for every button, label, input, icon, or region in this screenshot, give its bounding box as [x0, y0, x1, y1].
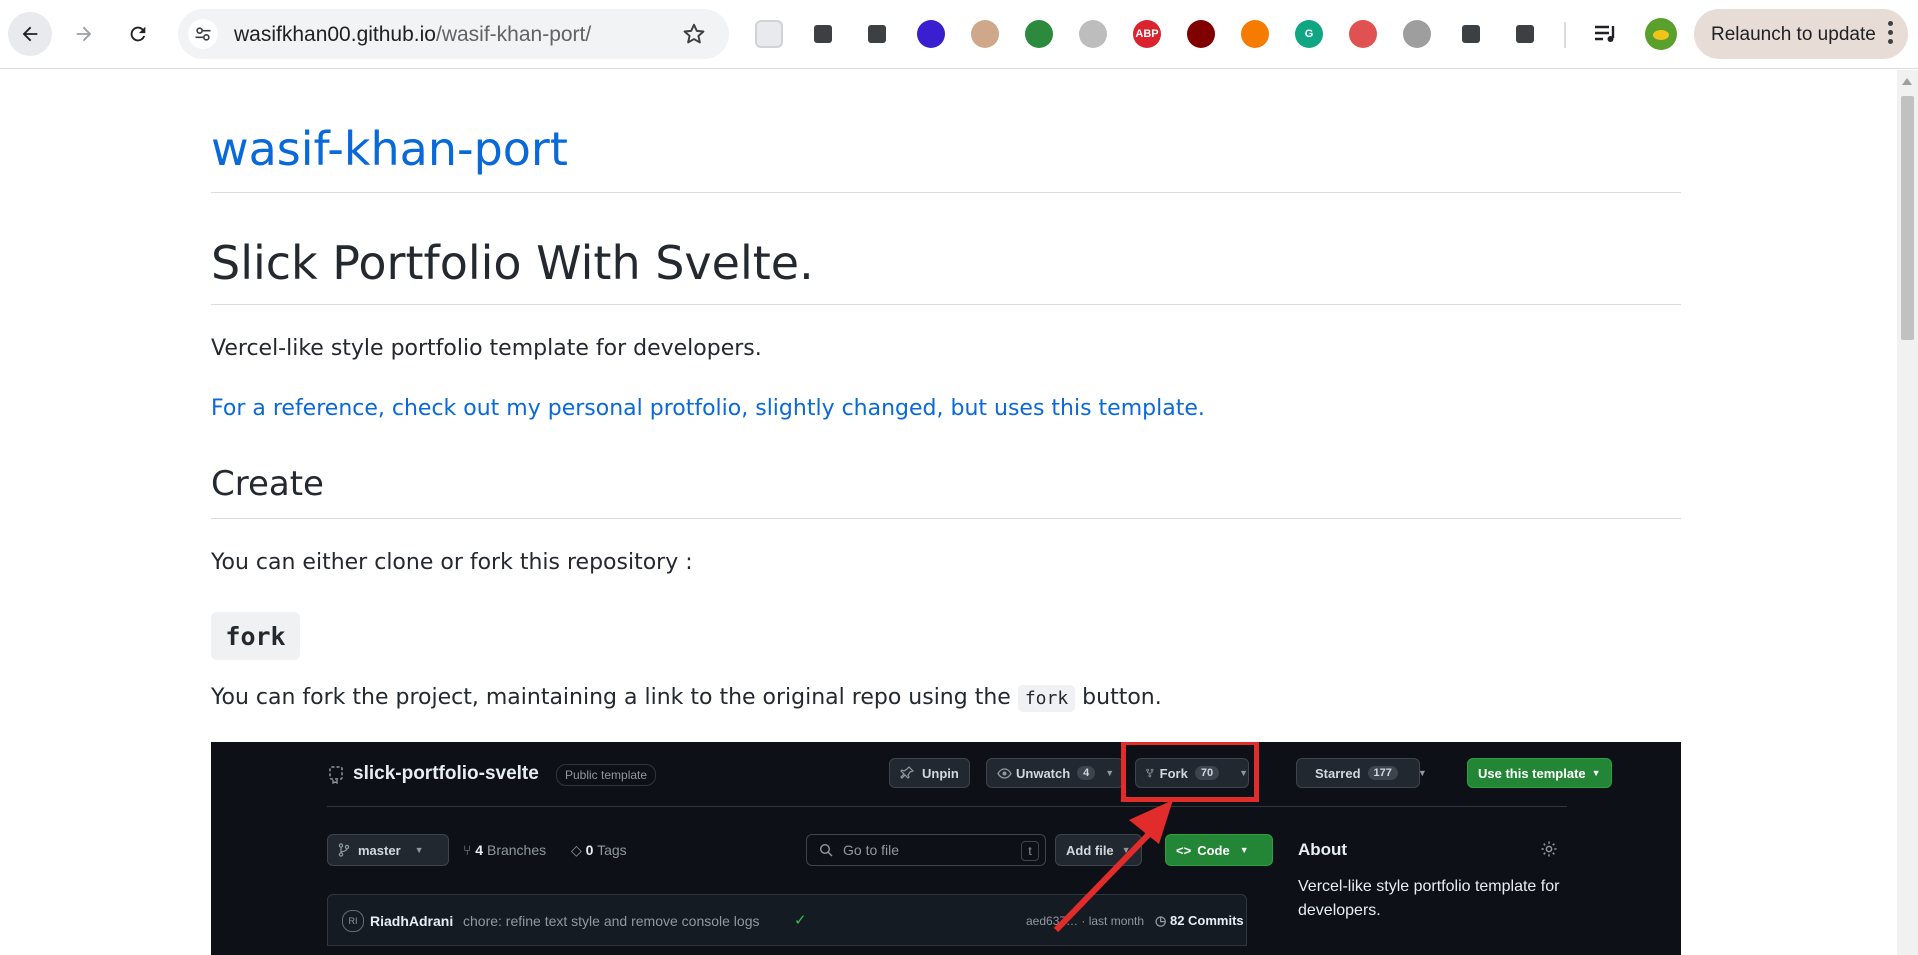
more-menu-icon[interactable] [1888, 21, 1894, 48]
forward-button[interactable] [62, 12, 106, 56]
fork-heading: fork [211, 612, 300, 660]
address-bar[interactable]: wasifkhan00.github.io/wasif-khan-port/ [178, 9, 729, 59]
toolbar-divider [1564, 22, 1566, 48]
extensions-puzzle-icon[interactable] [1511, 20, 1539, 48]
bookmark-star-icon[interactable] [681, 21, 707, 47]
create-text: You can either clone or fork this reposi… [211, 550, 693, 575]
ext-2-icon[interactable] [809, 20, 837, 48]
extensions-puzzle-icon-glyph [1516, 25, 1534, 43]
ext-10-icon[interactable] [1241, 20, 1269, 48]
reference-link[interactable]: For a reference, check out my personal p… [211, 396, 1205, 421]
media-controls-icon[interactable] [1592, 20, 1620, 48]
ext-3-icon[interactable] [863, 20, 891, 48]
divider [211, 304, 1681, 305]
description-text: Vercel-like style portfolio template for… [211, 336, 762, 361]
url-text[interactable]: wasifkhan00.github.io/wasif-khan-port/ [234, 23, 591, 47]
fork-text-before: You can fork the project, maintaining a … [211, 685, 1011, 710]
tune-icon [195, 27, 211, 41]
ext-3-icon-glyph [868, 25, 886, 43]
url-path: /wasif-khan-port/ [435, 23, 592, 46]
red-arrow-annotation [1053, 800, 1173, 933]
arrow-left-icon [22, 26, 38, 42]
url-host: wasifkhan00.github.io [234, 23, 436, 46]
divider [211, 192, 1681, 193]
ublock-origin-icon[interactable] [1187, 20, 1215, 48]
adblock-plus-icon[interactable]: ABP [1133, 20, 1161, 48]
fork-text-after: button. [1082, 685, 1162, 710]
relaunch-label: Relaunch to update [1711, 24, 1876, 45]
reply-icon-glyph [1462, 25, 1480, 43]
divider [211, 518, 1681, 519]
page-heading: Slick Portfolio With Svelte. [211, 236, 814, 290]
scroll-thumb[interactable] [1901, 96, 1914, 340]
ext-7-icon[interactable] [1079, 20, 1107, 48]
ext-6-icon[interactable] [1025, 20, 1053, 48]
ext-2-icon-glyph [814, 25, 832, 43]
ext-4-icon[interactable] [917, 20, 945, 48]
reload-icon [130, 26, 146, 42]
grammarly-icon[interactable]: G [1295, 20, 1323, 48]
ext-5-icon[interactable] [971, 20, 999, 48]
back-button[interactable] [8, 12, 52, 56]
relaunch-button[interactable]: Relaunch to update [1694, 9, 1908, 59]
github-screenshot-image: slick-portfolio-svelte Public template U… [211, 742, 1681, 955]
ext-1-icon[interactable] [755, 20, 783, 48]
page-scrollbar[interactable] [1897, 70, 1918, 955]
ext-13-icon[interactable] [1403, 20, 1431, 48]
reload-button[interactable] [116, 12, 160, 56]
scroll-up-arrow-icon[interactable] [1902, 78, 1912, 85]
page-viewport: wasif-khan-port Slick Portfolio With Sve… [0, 70, 1897, 955]
create-heading: Create [211, 464, 324, 504]
arrow-right-icon [76, 26, 92, 42]
reply-icon[interactable] [1457, 20, 1485, 48]
fork-inline-code: fork [1017, 685, 1076, 712]
ext-12-icon[interactable] [1349, 20, 1377, 48]
repo-title-link[interactable]: wasif-khan-port [211, 122, 568, 176]
fork-paragraph: You can fork the project, maintaining a … [211, 685, 1162, 712]
site-info-button[interactable] [188, 19, 218, 49]
browser-toolbar: wasifkhan00.github.io/wasif-khan-port/ A… [0, 0, 1918, 69]
profile-avatar[interactable] [1645, 18, 1677, 50]
